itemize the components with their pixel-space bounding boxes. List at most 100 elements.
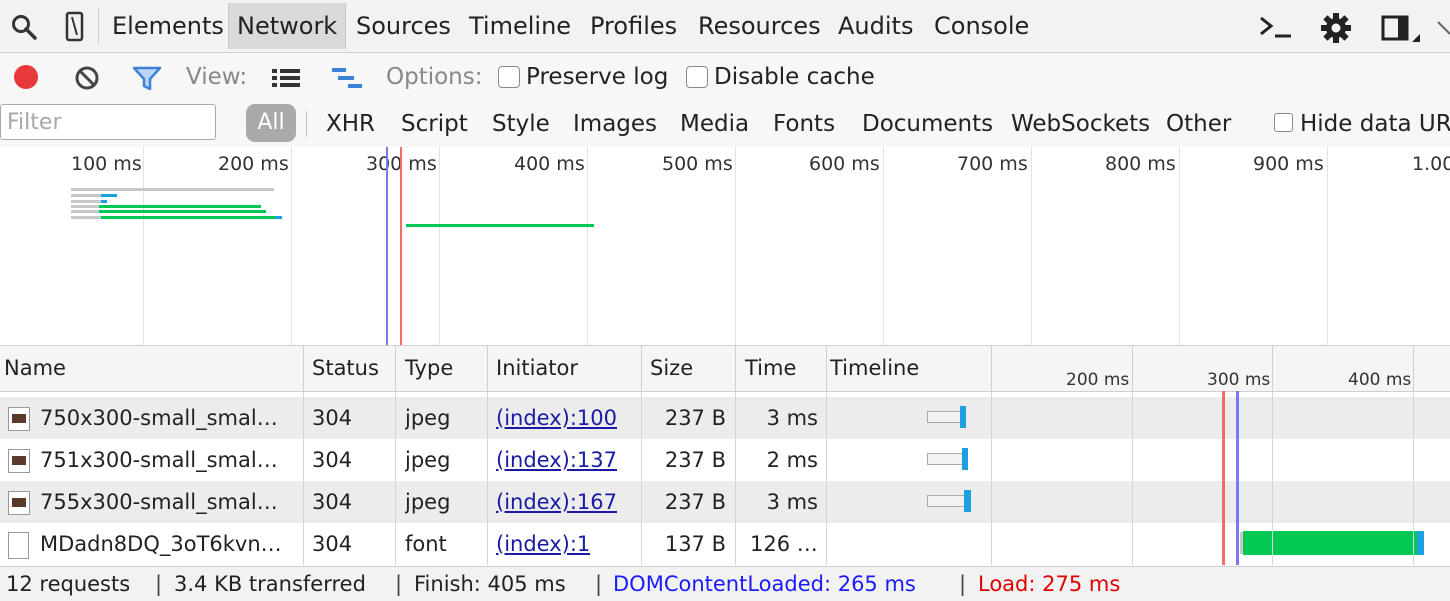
overview-bar — [71, 188, 274, 191]
column-header-initiator[interactable]: Initiator — [496, 346, 578, 390]
image-thumbnail-icon — [8, 449, 30, 473]
request-type: jpeg — [405, 406, 451, 430]
preserve-log-label[interactable]: Preserve log — [526, 53, 668, 101]
timeline-gridline — [991, 346, 992, 391]
initiator-link[interactable]: (index):167 — [496, 490, 617, 514]
column-divider — [395, 391, 396, 565]
disable-cache-checkbox[interactable] — [686, 66, 708, 88]
timeline-gridline — [1272, 346, 1273, 391]
image-thumbnail-icon — [8, 407, 30, 431]
summary-requests: 12 requests — [6, 572, 131, 596]
filter-type-media[interactable]: Media — [680, 101, 749, 147]
filter-type-websockets[interactable]: WebSockets — [1011, 101, 1150, 147]
initiator-link[interactable]: (index):1 — [496, 532, 590, 556]
column-header-timeline[interactable]: Timeline — [830, 346, 919, 390]
request-name: 750x300-small_smal… — [40, 406, 278, 430]
filter-type-other[interactable]: Other — [1166, 101, 1231, 147]
column-divider — [395, 346, 396, 391]
timeline-gridline — [1272, 391, 1273, 565]
column-header-size[interactable]: Size — [650, 346, 693, 390]
request-size: 237 B — [664, 490, 726, 514]
column-header-name[interactable]: Name — [4, 346, 66, 390]
request-status: 304 — [312, 490, 353, 514]
filter-type-all[interactable]: All — [246, 104, 296, 142]
device-mode-icon[interactable] — [64, 11, 86, 43]
timing-bar-waiting — [927, 411, 962, 423]
hide-data-urls-checkbox[interactable] — [1274, 113, 1293, 132]
console-drawer-icon[interactable] — [1258, 14, 1294, 40]
table-row[interactable]: MDadn8DQ_3oT6kvn… 304 font (index):1 137… — [0, 523, 1450, 565]
request-initiator[interactable]: (index):137 — [496, 439, 617, 481]
timeline-gridline — [1132, 391, 1133, 565]
timeline-tick-label: 200 ms — [1066, 370, 1130, 390]
timeline-gridline — [1132, 346, 1133, 391]
load-marker — [400, 147, 402, 345]
record-icon[interactable] — [12, 63, 40, 91]
column-header-type[interactable]: Type — [405, 346, 453, 390]
column-divider — [487, 391, 488, 565]
column-divider — [735, 391, 736, 565]
timing-bar-waiting — [927, 453, 964, 465]
dock-side-icon[interactable] — [1380, 12, 1422, 46]
request-type: font — [405, 532, 447, 556]
overview-bar — [71, 216, 101, 219]
summary-separator: | — [959, 572, 967, 596]
disable-cache-label[interactable]: Disable cache — [714, 53, 875, 101]
clear-icon[interactable] — [74, 65, 100, 91]
timing-bar-waiting — [927, 495, 966, 507]
tab-console[interactable]: Console — [934, 3, 1029, 49]
overview-bar — [71, 205, 99, 208]
tab-sources[interactable]: Sources — [356, 3, 451, 49]
filter-type-fonts[interactable]: Fonts — [773, 101, 835, 147]
timeline-overview[interactable]: 100 ms 200 ms 300 ms 400 ms 500 ms 600 m… — [0, 147, 1450, 346]
request-size: 237 B — [664, 448, 726, 472]
filter-icon[interactable] — [132, 65, 162, 91]
tab-audits[interactable]: Audits — [838, 3, 913, 49]
large-rows-icon[interactable] — [270, 67, 302, 89]
tab-timeline[interactable]: Timeline — [469, 3, 571, 49]
dom-content-loaded-marker — [1236, 391, 1239, 565]
tab-elements[interactable]: Elements — [112, 3, 224, 49]
table-row[interactable]: 755x300-small_smal… 304 jpeg (index):167… — [0, 481, 1450, 523]
overview-bars — [71, 147, 594, 345]
summary-load: Load: 275 ms — [978, 572, 1121, 596]
tab-resources[interactable]: Resources — [698, 3, 821, 49]
gear-icon[interactable] — [1319, 11, 1353, 45]
request-initiator[interactable]: (index):1 — [496, 523, 590, 565]
view-label: View: — [186, 64, 248, 90]
filter-input[interactable] — [0, 104, 216, 140]
column-divider — [641, 346, 642, 391]
column-divider — [826, 346, 827, 391]
tab-profiles[interactable]: Profiles — [590, 3, 677, 49]
hide-data-urls-label[interactable]: Hide data UR — [1300, 101, 1450, 147]
request-status: 304 — [312, 448, 353, 472]
network-toolbar: View: Options: Preserve log Disable cach… — [0, 53, 1450, 101]
column-header-status[interactable]: Status — [312, 346, 379, 390]
overview-bar — [71, 194, 101, 197]
table-row[interactable]: 750x300-small_smal… 304 jpeg (index):100… — [0, 397, 1450, 439]
request-status: 304 — [312, 406, 353, 430]
column-divider — [641, 391, 642, 565]
request-initiator[interactable]: (index):167 — [496, 481, 617, 523]
column-divider — [826, 391, 827, 565]
filter-type-xhr[interactable]: XHR — [326, 101, 375, 147]
filter-type-script[interactable]: Script — [401, 101, 468, 147]
search-icon[interactable] — [10, 13, 38, 41]
column-header-time[interactable]: Time — [745, 346, 796, 390]
preserve-log-checkbox[interactable] — [498, 66, 520, 88]
tab-network[interactable]: Network — [228, 3, 347, 49]
document-icon — [8, 532, 29, 559]
table-row[interactable]: 751x300-small_smal… 304 jpeg (index):137… — [0, 439, 1450, 481]
filter-divider — [306, 111, 307, 137]
initiator-link[interactable]: (index):100 — [496, 406, 617, 430]
request-size: 237 B — [664, 406, 726, 430]
filter-type-style[interactable]: Style — [492, 101, 550, 147]
request-initiator[interactable]: (index):100 — [496, 397, 617, 439]
close-icon[interactable] — [1436, 20, 1450, 36]
overview-icon[interactable] — [330, 66, 364, 90]
initiator-link[interactable]: (index):137 — [496, 448, 617, 472]
overview-bar — [101, 200, 107, 203]
filter-type-images[interactable]: Images — [573, 101, 657, 147]
filter-type-documents[interactable]: Documents — [862, 101, 993, 147]
overview-bar — [99, 205, 261, 208]
